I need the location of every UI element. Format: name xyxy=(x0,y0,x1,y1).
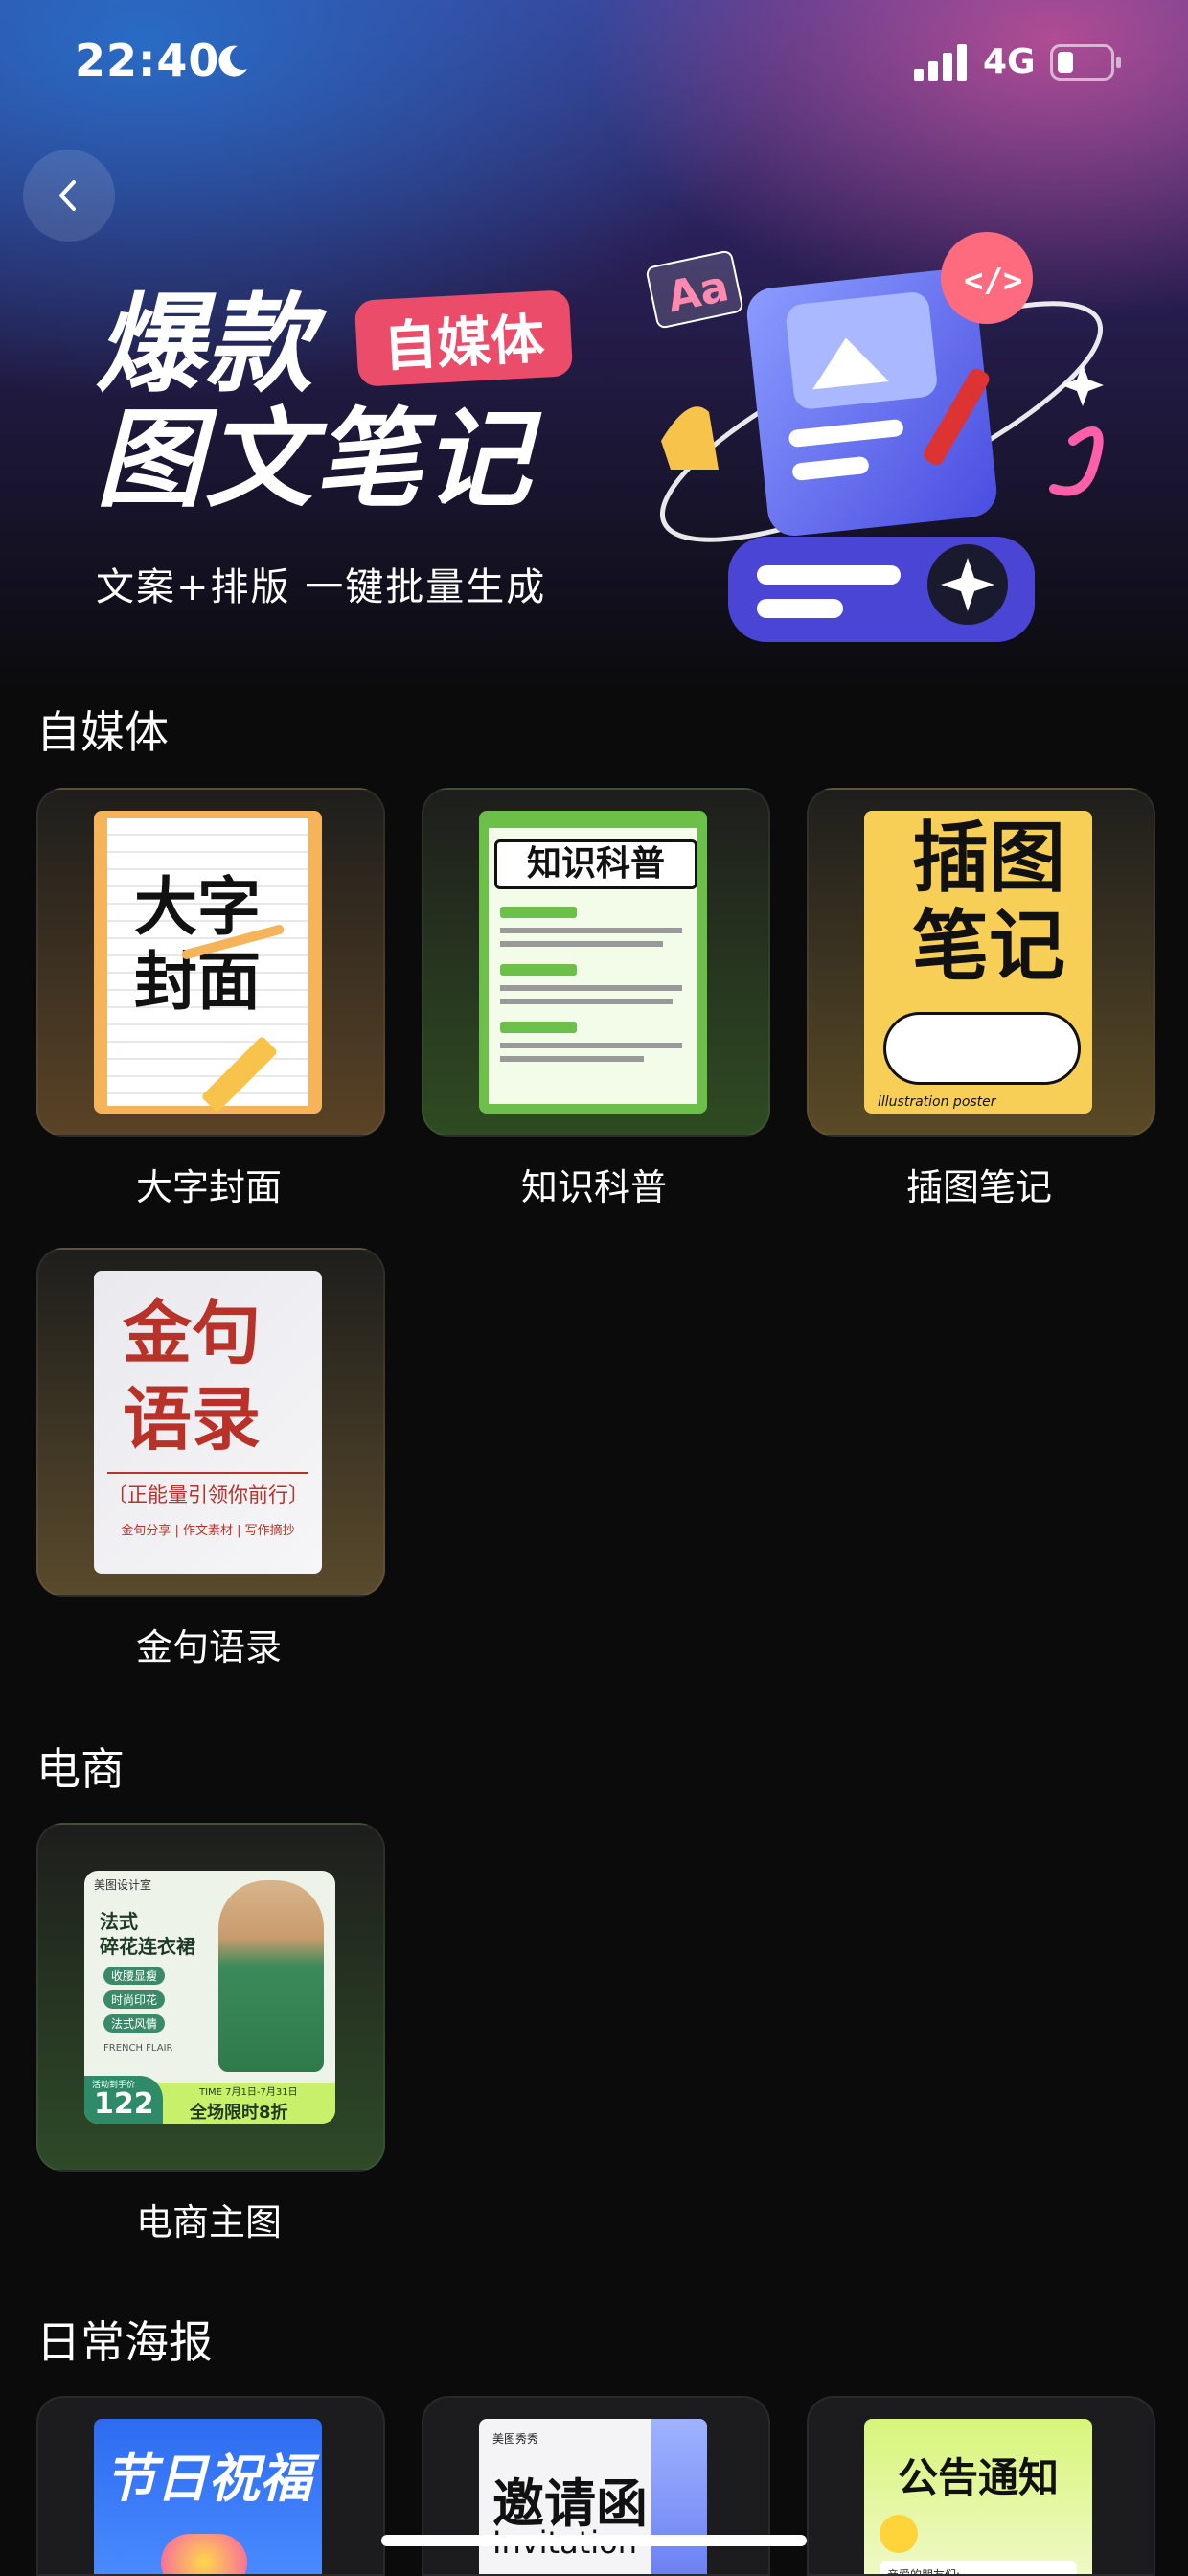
model-photo xyxy=(218,1880,324,2072)
poster-quotes-footer: 金句分享 | 作文素材 | 写作摘抄 xyxy=(121,1524,295,1538)
poster-illustration-caption: illustration poster xyxy=(878,1094,996,1110)
poster-illustration-line2: 笔记 xyxy=(912,902,1065,991)
template-card-quotes[interactable]: 金句 语录 〔正能量引领你前行〕 金句分享 | 作文素材 | 写作摘抄 xyxy=(36,1248,385,1597)
section-title-media: 自媒体 xyxy=(36,706,169,758)
poster-quotes: 金句 语录 〔正能量引领你前行〕 金句分享 | 作文素材 | 写作摘抄 xyxy=(94,1271,322,1574)
poster-holiday-title: 节日祝福 xyxy=(104,2449,311,2509)
poster-quotes-line1: 金句 xyxy=(123,1292,262,1373)
poster-ecommerce-tag: 收腰显瘦 xyxy=(103,1966,166,1985)
poster-quotes-banner: 〔正能量引领你前行〕 xyxy=(107,1484,308,1506)
poster-ecommerce-title1: 法式 xyxy=(100,1910,138,1933)
poster-illustration: 插图 笔记 illustration poster xyxy=(864,811,1092,1114)
section-title-ecommerce: 电商 xyxy=(36,1743,125,1795)
template-card-knowledge[interactable]: 知识科普 xyxy=(422,788,770,1137)
card-label-illustration: 插图笔记 xyxy=(905,1166,1052,1208)
poster-big-cover: 大字 封面 xyxy=(94,811,322,1114)
poster-ecommerce-promo: 全场限时8折 xyxy=(190,2103,288,2123)
poster-invitation: 美图秀秀 邀请函 Invitation xyxy=(479,2419,707,2574)
poster-invitation-brand: 美图秀秀 xyxy=(492,2432,539,2446)
section-title-daily-posters: 日常海报 xyxy=(36,2316,213,2368)
back-button[interactable] xyxy=(23,150,115,242)
template-card-invitation[interactable]: 美图秀秀 邀请函 Invitation xyxy=(422,2396,770,2576)
poster-illustration-line1: 插图 xyxy=(912,814,1065,903)
battery-icon xyxy=(1050,44,1121,80)
poster-ecommerce-brand: 美图设计室 xyxy=(94,1878,152,1892)
home-indicator[interactable] xyxy=(381,2535,807,2546)
signal-icon xyxy=(914,44,967,80)
template-card-holiday[interactable]: 节日祝福 xyxy=(36,2396,385,2576)
template-card-illustration[interactable]: 插图 笔记 illustration poster xyxy=(807,788,1155,1137)
template-card-ecommerce-main[interactable]: 美图设计室 法式 碎花连衣裙 收腰显瘦 时尚印花 法式风情 FRENCH FLA… xyxy=(36,1823,385,2172)
card-label-knowledge: 知识科普 xyxy=(520,1166,667,1208)
card-label-ecommerce-main: 电商主图 xyxy=(135,2201,282,2243)
banner-illustration: Aa </> xyxy=(646,232,1104,642)
moon-icon xyxy=(218,45,247,77)
network-label: 4G xyxy=(983,42,1036,81)
banner-tag: 自媒体 xyxy=(354,289,574,387)
poster-ecommerce-tag: 时尚印花 xyxy=(103,1990,166,2009)
poster-ecommerce-title2: 碎花连衣裙 xyxy=(100,1935,195,1958)
poster-ecommerce-small: FRENCH FLAIR xyxy=(103,2043,173,2054)
poster-holiday: 节日祝福 xyxy=(94,2419,322,2574)
poster-ecommerce-price: 122 xyxy=(94,2087,154,2121)
poster-notice-title: 公告通知 xyxy=(897,2454,1059,2501)
poster-ecommerce-time: TIME 7月1日-7月31日 xyxy=(199,2087,298,2098)
chevron-left-icon xyxy=(59,180,76,211)
poster-ecommerce-tag: 法式风情 xyxy=(103,2014,166,2033)
banner-title-line2: 图文笔记 xyxy=(96,398,533,522)
poster-knowledge-title: 知识科普 xyxy=(494,840,697,889)
card-label-big-cover: 大字封面 xyxy=(135,1166,282,1208)
template-card-big-cover[interactable]: 大字 封面 xyxy=(36,788,385,1137)
poster-notice: 公告通知 亲爱的朋友们: xyxy=(864,2419,1092,2576)
poster-notice-body: 亲爱的朋友们: xyxy=(887,2568,961,2576)
poster-ecommerce: 美图设计室 法式 碎花连衣裙 收腰显瘦 时尚印花 法式风情 FRENCH FLA… xyxy=(84,1871,335,2124)
poster-quotes-line2: 语录 xyxy=(123,1378,262,1460)
status-bar: 22:40 4G xyxy=(0,0,1188,125)
poster-knowledge: 知识科普 xyxy=(479,811,707,1114)
svg-text:</>: </> xyxy=(964,262,1022,300)
status-time: 22:40 xyxy=(75,34,220,86)
banner-subtitle: 文案+排版 一键批量生成 xyxy=(96,565,547,610)
template-card-notice[interactable]: 公告通知 亲爱的朋友们: xyxy=(807,2396,1155,2576)
card-label-quotes: 金句语录 xyxy=(135,1626,282,1668)
